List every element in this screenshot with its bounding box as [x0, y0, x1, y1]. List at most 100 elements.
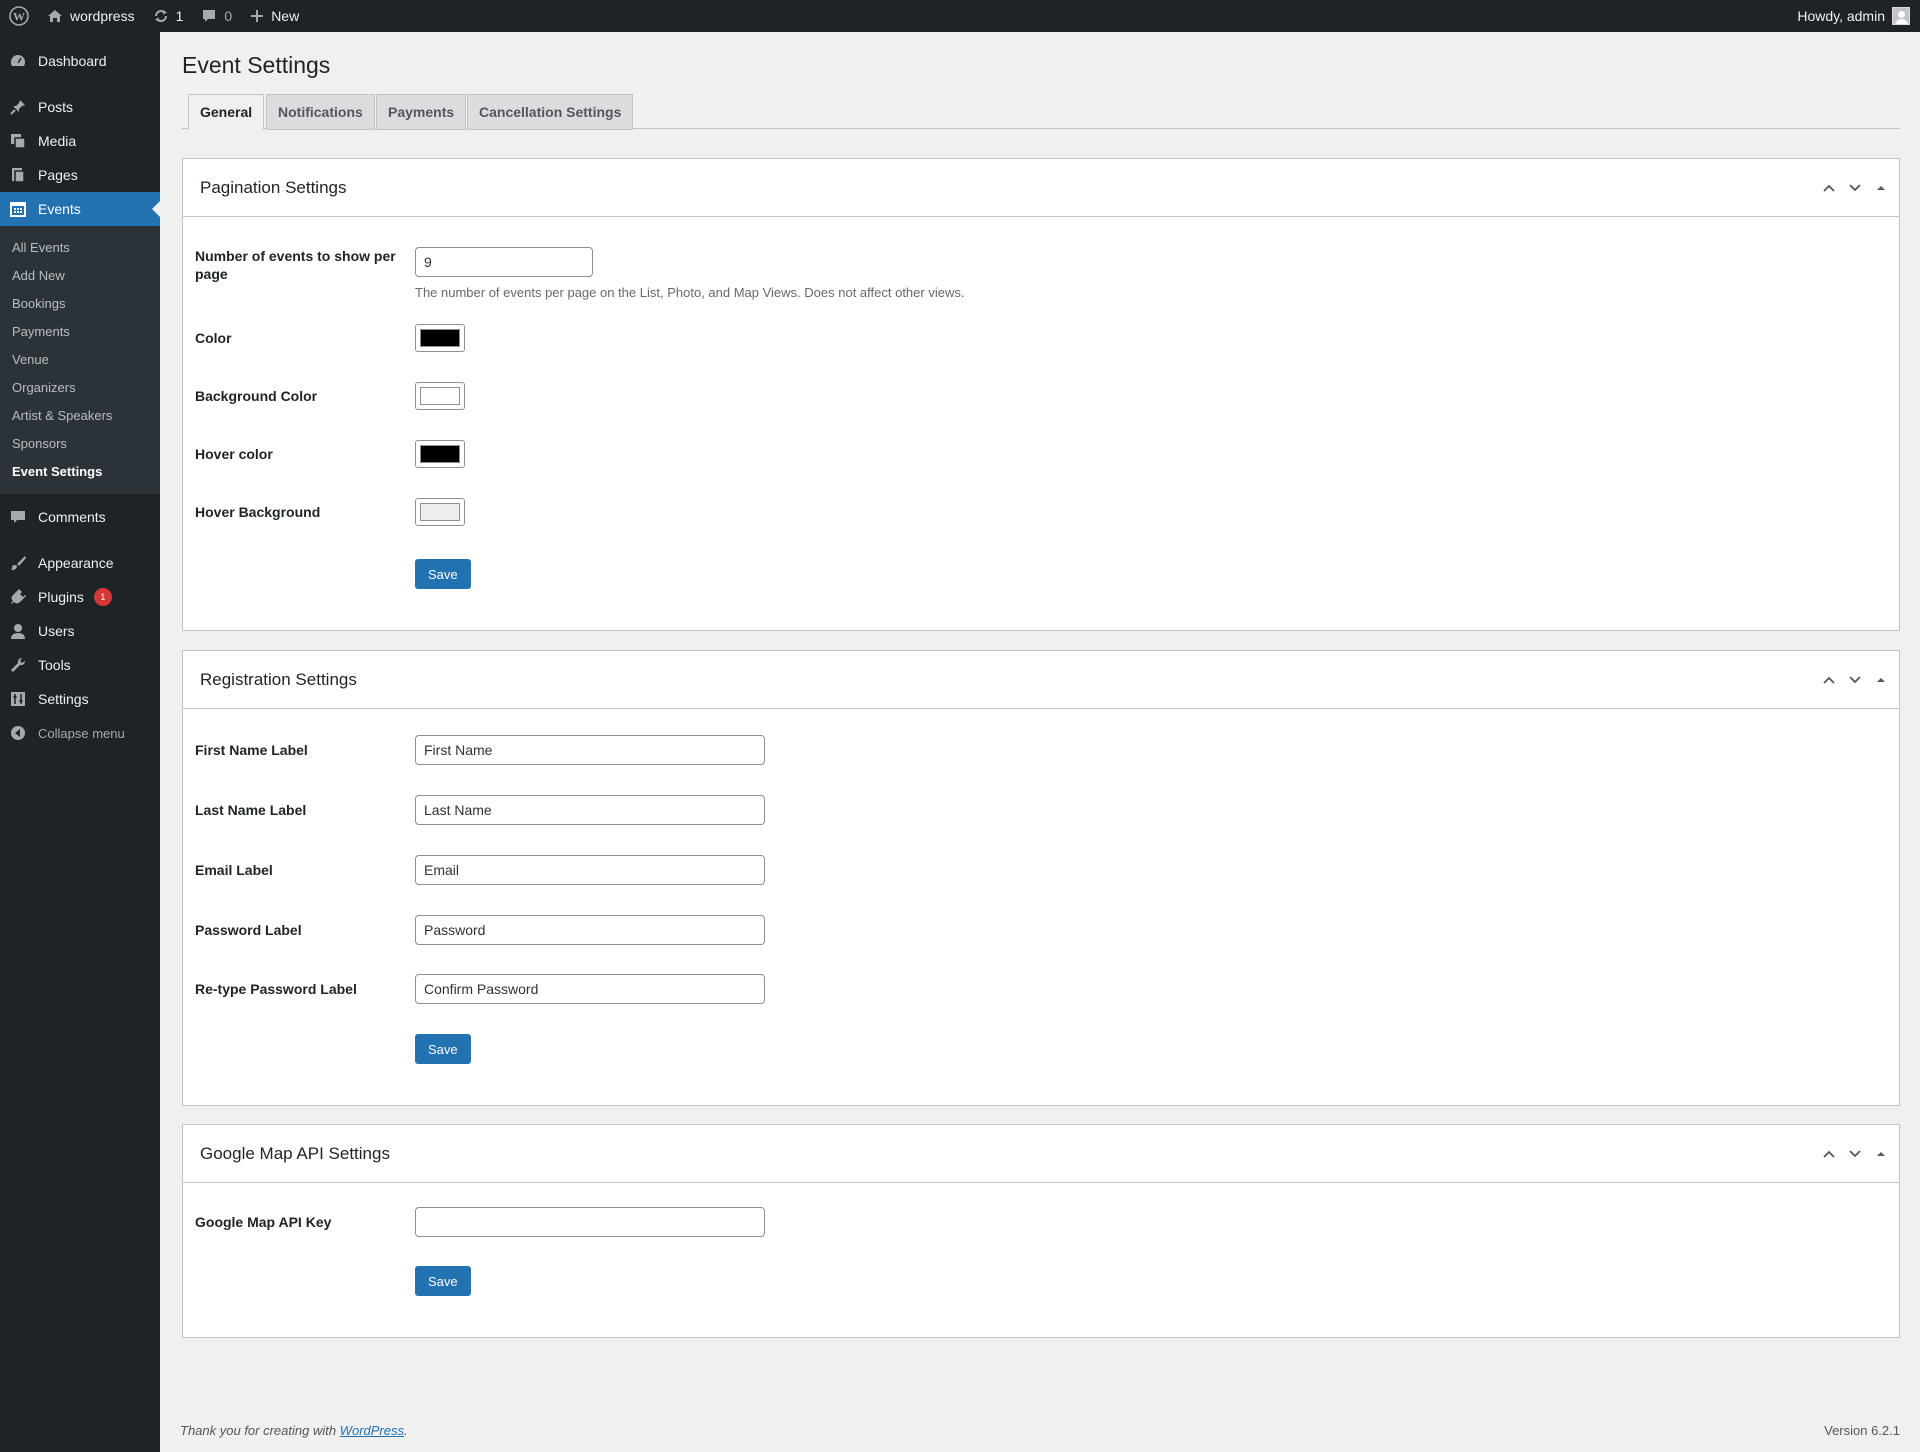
save-registration-button[interactable]: Save: [415, 1034, 471, 1064]
collapse-menu-button[interactable]: Collapse menu: [0, 716, 160, 750]
sidebar-item-posts[interactable]: Posts: [0, 90, 160, 124]
last-name-label-input[interactable]: [415, 795, 765, 825]
events-per-page-label: Number of events to show per page: [195, 248, 396, 282]
email-label: Email Label: [195, 862, 273, 878]
wordpress-link[interactable]: WordPress: [340, 1423, 404, 1438]
tab-payments[interactable]: Payments: [376, 94, 467, 130]
updates-count: 1: [175, 8, 184, 24]
toggle-panel-icon[interactable]: [1873, 672, 1889, 688]
hover-color-picker[interactable]: [415, 440, 465, 468]
sidebar-item-label: Collapse menu: [38, 725, 125, 741]
new-content-link[interactable]: New: [241, 0, 308, 32]
sidebar-item-media[interactable]: Media: [0, 124, 160, 158]
settings-icon: [8, 690, 28, 708]
collapse-icon: [8, 725, 28, 741]
color-label: Color: [195, 330, 232, 346]
save-pagination-button[interactable]: Save: [415, 559, 471, 589]
google-map-api-key-label: Google Map API Key: [195, 1214, 332, 1230]
sidebar-item-users[interactable]: Users: [0, 614, 160, 648]
submenu-organizers[interactable]: Organizers: [0, 374, 160, 402]
sidebar-item-label: Dashboard: [38, 53, 107, 69]
submenu-all-events[interactable]: All Events: [0, 234, 160, 262]
plugins-update-badge: 1: [93, 588, 112, 606]
first-name-label-input[interactable]: [415, 735, 765, 765]
color-swatch: [420, 329, 460, 347]
wordpress-logo-icon: W: [9, 6, 29, 26]
users-icon: [8, 622, 28, 640]
postbox-title: Registration Settings: [200, 669, 357, 689]
hover-background-picker[interactable]: [415, 498, 465, 526]
sidebar-item-label: Posts: [38, 99, 74, 115]
sidebar-item-label: Plugins: [38, 589, 84, 605]
my-account-link[interactable]: Howdy, admin: [1788, 0, 1920, 32]
submenu-venue[interactable]: Venue: [0, 346, 160, 374]
page-title: Event Settings: [182, 52, 331, 78]
sidebar-item-events[interactable]: Events: [0, 192, 160, 226]
hover-background-swatch: [420, 503, 460, 521]
move-up-icon[interactable]: [1821, 672, 1837, 688]
events-per-page-input[interactable]: [415, 247, 593, 277]
email-label-input[interactable]: [415, 855, 765, 885]
password-label-input[interactable]: [415, 915, 765, 945]
move-down-icon[interactable]: [1847, 180, 1863, 196]
sidebar-item-plugins[interactable]: Plugins 1: [0, 580, 160, 614]
hover-background-label: Hover Background: [195, 504, 321, 520]
postbox-title: Pagination Settings: [200, 177, 347, 197]
events-submenu: All Events Add New Bookings Payments Ven…: [0, 226, 160, 494]
settings-tabs: General Notifications Payments Cancellat…: [182, 94, 1900, 130]
move-up-icon[interactable]: [1821, 1146, 1837, 1162]
admin-sidebar: Dashboard Posts Media Pages Events All E…: [0, 32, 160, 1452]
sidebar-item-label: Media: [38, 133, 77, 149]
sidebar-item-appearance[interactable]: Appearance: [0, 546, 160, 580]
pin-icon: [8, 98, 28, 116]
registration-settings-box: Registration Settings First Name Label L…: [182, 650, 1900, 1106]
updates-icon: [154, 10, 167, 22]
color-picker[interactable]: [415, 324, 465, 352]
wordpress-logo-menu[interactable]: W: [0, 0, 38, 32]
site-name: wordpress: [70, 8, 135, 24]
password-label: Password Label: [195, 922, 302, 938]
toggle-panel-icon[interactable]: [1873, 1146, 1889, 1162]
media-icon: [8, 132, 28, 150]
move-up-icon[interactable]: [1821, 180, 1837, 196]
plugin-icon: [8, 588, 28, 606]
home-icon: [48, 10, 62, 22]
sidebar-item-settings[interactable]: Settings: [0, 682, 160, 716]
sidebar-item-comments[interactable]: Comments: [0, 500, 160, 534]
sidebar-item-label: Events: [38, 201, 81, 217]
retype-password-label: Re-type Password Label: [195, 981, 357, 997]
submenu-sponsors[interactable]: Sponsors: [0, 430, 160, 458]
comments-link[interactable]: 0: [192, 0, 241, 32]
move-down-icon[interactable]: [1847, 672, 1863, 688]
svg-text:W: W: [13, 10, 25, 24]
google-map-api-key-input[interactable]: [415, 1207, 765, 1237]
retype-password-label-input[interactable]: [415, 974, 765, 1004]
save-google-map-button[interactable]: Save: [415, 1266, 471, 1296]
sidebar-item-dashboard[interactable]: Dashboard: [0, 44, 160, 78]
tab-cancellation-settings[interactable]: Cancellation Settings: [467, 94, 634, 130]
postbox-title: Google Map API Settings: [200, 1143, 390, 1163]
tab-general[interactable]: General: [188, 94, 265, 130]
calendar-icon: [8, 200, 28, 218]
toggle-panel-icon[interactable]: [1873, 180, 1889, 196]
submenu-payments[interactable]: Payments: [0, 318, 160, 346]
events-per-page-description: The number of events per page on the Lis…: [415, 285, 965, 300]
tab-notifications[interactable]: Notifications: [266, 94, 375, 130]
background-color-label: Background Color: [195, 388, 318, 404]
updates-link[interactable]: 1: [144, 0, 193, 32]
site-name-link[interactable]: wordpress: [38, 0, 144, 32]
submenu-artist-speakers[interactable]: Artist & Speakers: [0, 402, 160, 430]
submenu-bookings[interactable]: Bookings: [0, 290, 160, 318]
sidebar-item-tools[interactable]: Tools: [0, 648, 160, 682]
admin-bar: W wordpress 1 0 New Howdy, admin: [0, 0, 1920, 32]
move-down-icon[interactable]: [1847, 1146, 1863, 1162]
howdy-text: Howdy, admin: [1797, 8, 1885, 24]
sidebar-item-pages[interactable]: Pages: [0, 158, 160, 192]
submenu-event-settings[interactable]: Event Settings: [0, 458, 160, 486]
sidebar-item-label: Appearance: [38, 555, 114, 571]
new-label: New: [271, 8, 300, 24]
avatar: [1892, 7, 1910, 25]
last-name-label: Last Name Label: [195, 802, 307, 818]
background-color-picker[interactable]: [415, 382, 465, 410]
submenu-add-new[interactable]: Add New: [0, 262, 160, 290]
